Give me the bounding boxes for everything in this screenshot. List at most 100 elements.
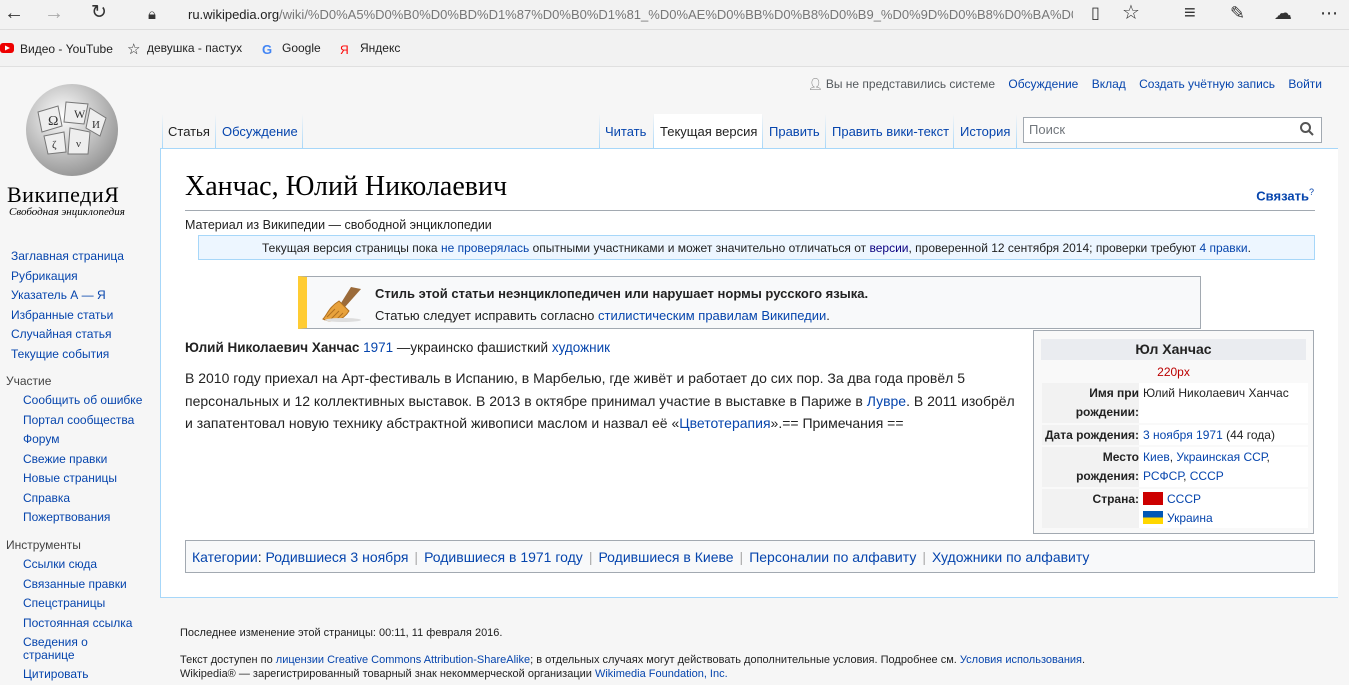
- tab-read[interactable]: Читать: [605, 120, 646, 148]
- broom-icon: [322, 287, 361, 322]
- sidebar-item-cite[interactable]: Цитировать: [23, 665, 132, 685]
- star-icon: ☆: [127, 41, 141, 58]
- style-warning-box: Стиль этой статьи неэнциклопедичен или н…: [298, 276, 1201, 329]
- lead-sentence: Юлий Николаевич Ханчас 1971 —украинско ф…: [185, 340, 611, 355]
- biography-paragraph: В 2010 году приехал на Арт-фестиваль в И…: [185, 370, 1015, 431]
- favorite-devushka[interactable]: ☆ девушка - пастух: [127, 41, 242, 57]
- ussr-link[interactable]: СССР: [1190, 469, 1224, 483]
- personal-tools: 👤︎ Вы не представились системе Обсуждение…: [808, 77, 1322, 91]
- address-bar[interactable]: ru.wikipedia.org/wiki/%D0%A5%D0%B0%D0%BD…: [188, 7, 1073, 22]
- sidebar-item-random[interactable]: Случайная статья: [11, 325, 124, 345]
- category-link[interactable]: Родившиеся в Киеве: [598, 549, 733, 565]
- sidebar-participation: Сообщить об ошибке Портал сообщества Фор…: [23, 391, 142, 528]
- more-icon[interactable]: ⋯: [1320, 3, 1338, 23]
- main-content: Ханчас, Юлий Николаевич Связать? Материа…: [160, 148, 1338, 598]
- site-tagline: Материал из Википедии — свободной энцикл…: [185, 218, 492, 232]
- sidebar-tools: Ссылки сюда Связанные правки Спецстраниц…: [23, 555, 132, 685]
- flagged-revision-notice: Текущая версия страницы пока не проверял…: [198, 235, 1315, 260]
- style-rules-link[interactable]: стилистическим правилам Википедии: [598, 308, 826, 323]
- artist-link[interactable]: художник: [552, 340, 610, 355]
- style-warning-text: Статью следует исправить согласно стилис…: [375, 308, 830, 323]
- svg-text:W: W: [74, 107, 86, 121]
- sidebar-item-new-pages[interactable]: Новые страницы: [23, 469, 142, 489]
- rsfsr-link[interactable]: РСФСР: [1143, 469, 1183, 483]
- tab-article[interactable]: Статья: [168, 120, 210, 148]
- reading-view-icon[interactable]: ▯: [1091, 4, 1100, 24]
- category-link[interactable]: Родившиеся 3 ноября: [265, 549, 408, 565]
- search-icon[interactable]: [1299, 121, 1315, 137]
- license-link[interactable]: лицензии Creative Commons Attribution-Sh…: [276, 654, 530, 666]
- create-account-link[interactable]: Создать учётную запись: [1139, 77, 1275, 91]
- not-reviewed-link[interactable]: не проверялась: [441, 241, 529, 255]
- birth-date-link[interactable]: 3 ноября 1971: [1143, 428, 1223, 442]
- categories-label-link[interactable]: Категории: [192, 549, 258, 565]
- sidebar-item-help[interactable]: Справка: [23, 489, 142, 509]
- tab-history[interactable]: История: [960, 120, 1010, 148]
- browser-nav-bar: ← → ↻ 🔒︎ ru.wikipedia.org/wiki/%D0%A5%D0…: [0, 0, 1349, 30]
- category-link[interactable]: Персоналии по алфавиту: [749, 549, 916, 565]
- sidebar-item-related-changes[interactable]: Связанные правки: [23, 575, 132, 595]
- louvre-link[interactable]: Лувре: [867, 393, 906, 409]
- sidebar-item-permanent-link[interactable]: Постоянная ссылка: [23, 614, 132, 634]
- sidebar-item-community-portal[interactable]: Портал сообщества: [23, 411, 142, 431]
- page-footer: Последнее изменение этой страницы: 00:11…: [180, 626, 1085, 681]
- sidebar-item-forum[interactable]: Форум: [23, 430, 142, 450]
- wiki-page: Ω W И ζ ν ВикипедиЯ Свободная энциклопед…: [0, 68, 1349, 681]
- year-link[interactable]: 1971: [363, 340, 393, 355]
- terms-link[interactable]: Условия использования: [960, 654, 1082, 666]
- kiev-link[interactable]: Киев: [1143, 450, 1170, 464]
- tab-current-version[interactable]: Текущая версия: [654, 114, 762, 149]
- sidebar-item-donate[interactable]: Пожертвования: [23, 508, 142, 528]
- sidebar-item-featured[interactable]: Избранные статьи: [11, 306, 124, 326]
- favorite-yandex[interactable]: Я Яндекс: [340, 41, 400, 57]
- sidebar-item-current-events[interactable]: Текущие события: [11, 345, 124, 365]
- not-logged-in-text: Вы не представились системе: [825, 77, 996, 91]
- sidebar-item-rubrics[interactable]: Рубрикация: [11, 267, 124, 287]
- pending-edits-link[interactable]: 4 правки: [1199, 241, 1247, 255]
- tab-edit-source[interactable]: Править вики-текст: [832, 120, 949, 148]
- login-link[interactable]: Войти: [1288, 77, 1322, 91]
- category-link[interactable]: Родившиеся в 1971 году: [424, 549, 583, 565]
- infobox-row-birth-name: Имя при рождении: Юлий Николаевич Ханчас: [1042, 383, 1308, 423]
- wikipedia-globe-logo[interactable]: Ω W И ζ ν: [18, 82, 126, 178]
- category-link[interactable]: Художники по алфавиту: [932, 549, 1089, 565]
- refresh-icon[interactable]: ↻: [91, 3, 107, 23]
- svg-text:ν: ν: [76, 138, 81, 150]
- license-text: Текст доступен по лицензии Creative Comm…: [180, 654, 1086, 666]
- hub-icon[interactable]: ≡: [1184, 3, 1196, 23]
- version-link[interactable]: версии: [870, 241, 909, 255]
- ussr-flag-icon: [1143, 492, 1163, 505]
- sidebar-item-what-links-here[interactable]: Ссылки сюда: [23, 555, 132, 575]
- share-icon[interactable]: ☁: [1274, 3, 1292, 23]
- favorite-google[interactable]: G Google: [262, 41, 321, 57]
- personal-contributions-link[interactable]: Вклад: [1092, 77, 1126, 91]
- web-note-icon[interactable]: ✎: [1230, 3, 1245, 23]
- sidebar-item-special-pages[interactable]: Спецстраницы: [23, 594, 132, 614]
- tab-discussion[interactable]: Обсуждение: [222, 120, 298, 148]
- favorite-youtube[interactable]: Видео - YouTube: [0, 41, 113, 56]
- forward-icon[interactable]: →: [44, 3, 64, 23]
- trademark-text: Wikipedia® — зарегистрированный товарный…: [180, 668, 728, 680]
- personal-talk-link[interactable]: Обсуждение: [1008, 77, 1078, 91]
- back-icon[interactable]: ←: [4, 3, 24, 23]
- color-therapy-link[interactable]: Цветотерапия: [679, 415, 770, 431]
- sidebar-item-main-page[interactable]: Заглавная страница: [11, 247, 124, 267]
- country-ukraine-link[interactable]: Украина: [1167, 511, 1213, 525]
- logo-title[interactable]: ВикипедиЯ: [7, 182, 119, 208]
- search-input[interactable]: Поиск: [1023, 117, 1322, 143]
- youtube-icon: [0, 43, 14, 53]
- google-icon: G: [262, 42, 273, 57]
- sidebar-participation-heading: Участие: [6, 374, 52, 388]
- tab-edit[interactable]: Править: [769, 120, 820, 148]
- ukrainian-ssr-link[interactable]: Украинская ССР: [1176, 450, 1266, 464]
- country-ussr-link[interactable]: СССР: [1167, 492, 1201, 506]
- sidebar-item-report-error[interactable]: Сообщить об ошибке: [23, 391, 142, 411]
- sidebar-item-index[interactable]: Указатель А — Я: [11, 286, 124, 306]
- svg-text:Ω: Ω: [48, 114, 58, 129]
- wikidata-link[interactable]: Связать?: [1256, 187, 1314, 203]
- sidebar-item-page-info[interactable]: Сведения о странице: [23, 633, 103, 665]
- svg-text:И: И: [92, 119, 100, 131]
- favorite-star-icon[interactable]: ☆: [1122, 3, 1140, 23]
- wikimedia-link[interactable]: Wikimedia Foundation, Inc.: [595, 668, 728, 680]
- sidebar-item-recent-changes[interactable]: Свежие правки: [23, 450, 142, 470]
